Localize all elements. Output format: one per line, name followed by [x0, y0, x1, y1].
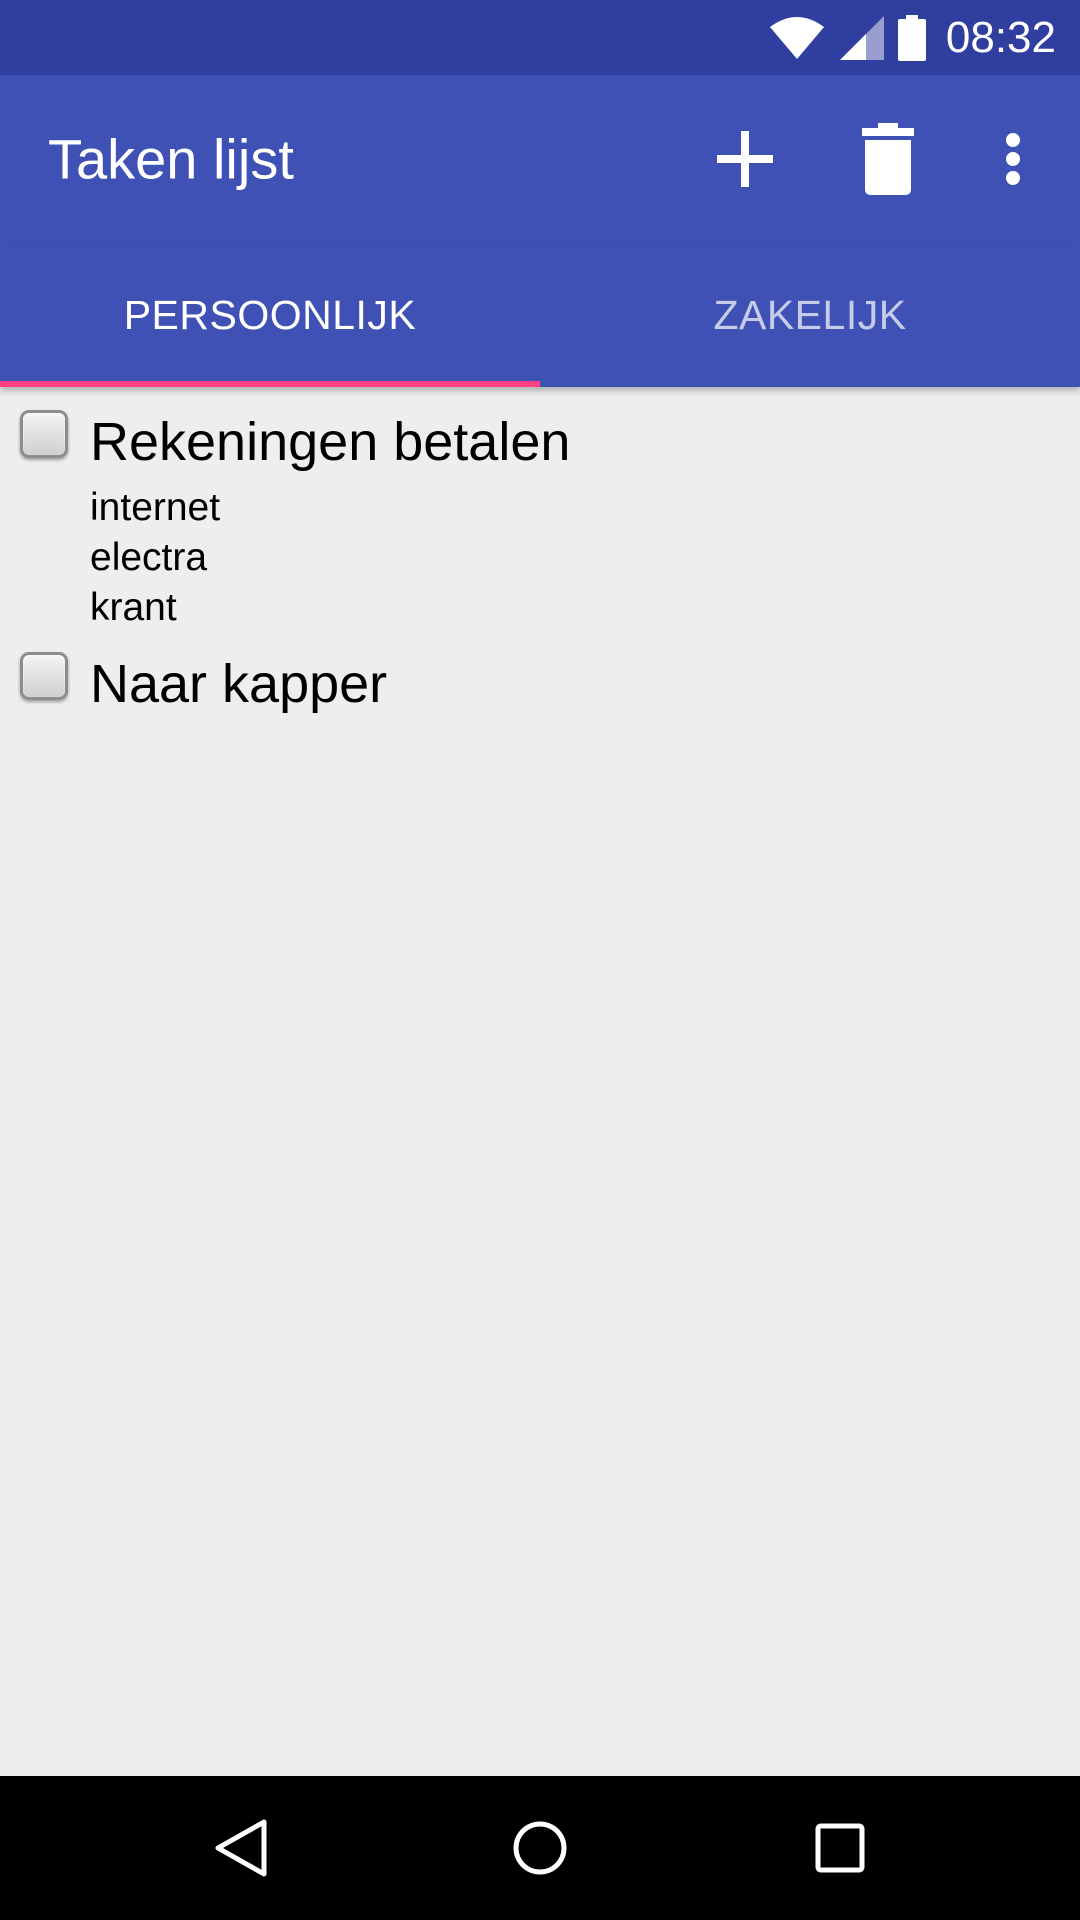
back-icon	[215, 1819, 267, 1877]
add-button[interactable]	[690, 104, 800, 214]
back-button[interactable]	[185, 1793, 295, 1903]
task-note: internet	[90, 486, 221, 529]
task-note: electra	[90, 536, 208, 579]
app-bar: Taken lijst	[0, 75, 1080, 243]
list-item[interactable]: Naar kapper	[0, 633, 1080, 715]
battery-icon	[897, 14, 926, 61]
more-vert-icon	[1006, 133, 1020, 185]
tab-zakelijk[interactable]: ZAKELIJK	[540, 243, 1080, 387]
cell-signal-icon	[839, 15, 884, 60]
app-title: Taken lijst	[48, 127, 294, 191]
wifi-icon	[768, 15, 826, 61]
tab-label: ZAKELIJK	[713, 291, 907, 338]
add-icon	[717, 131, 773, 187]
more-options-button[interactable]	[958, 104, 1068, 214]
task-title: Rekeningen betalen	[90, 412, 571, 472]
task-note: krant	[90, 586, 177, 629]
recents-icon	[815, 1823, 865, 1873]
status-time: 08:32	[945, 12, 1056, 62]
task-notes: internet electra krant	[90, 483, 1080, 633]
tab-persoonlijk[interactable]: PERSOONLIJK	[0, 243, 540, 387]
home-icon	[513, 1821, 567, 1875]
task-title: Naar kapper	[90, 654, 388, 714]
tab-bar: PERSOONLIJK ZAKELIJK	[0, 243, 1080, 387]
task-list: Rekeningen betalen internet electra kran…	[0, 387, 1080, 715]
task-checkbox[interactable]	[20, 652, 68, 700]
delete-button[interactable]	[833, 104, 943, 214]
list-item[interactable]: Rekeningen betalen internet electra kran…	[0, 387, 1080, 633]
delete-icon	[862, 123, 914, 195]
tab-label: PERSOONLIJK	[123, 291, 417, 338]
home-button[interactable]	[485, 1793, 595, 1903]
system-nav-bar	[0, 1776, 1080, 1920]
status-bar: 08:32	[0, 0, 1080, 75]
task-checkbox[interactable]	[20, 410, 68, 458]
recents-button[interactable]	[785, 1793, 895, 1903]
